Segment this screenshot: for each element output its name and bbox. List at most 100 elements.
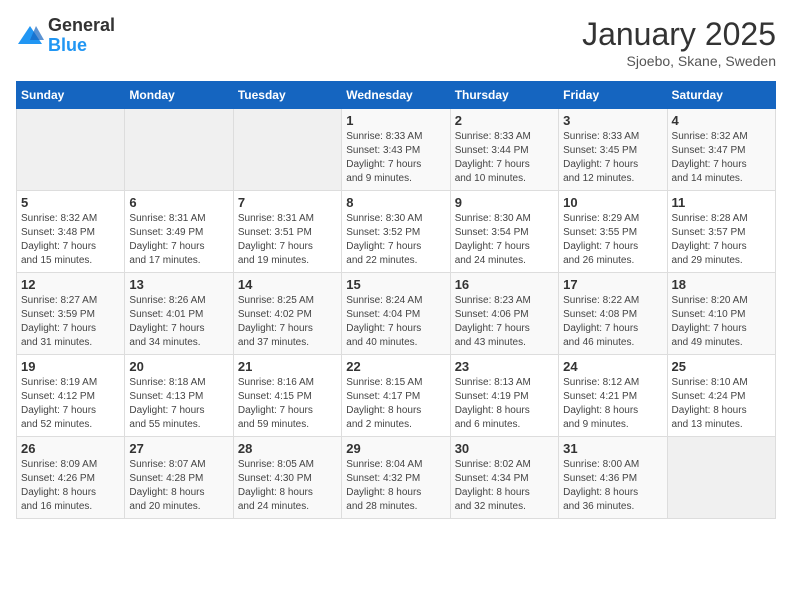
day-info: Sunrise: 8:07 AM Sunset: 4:28 PM Dayligh… xyxy=(129,458,228,514)
calendar-cell: 23Sunrise: 8:13 AM Sunset: 4:19 PM Dayli… xyxy=(450,355,558,437)
day-info: Sunrise: 8:20 AM Sunset: 4:10 PM Dayligh… xyxy=(672,294,771,350)
calendar-cell: 25 Sunrise: 8:10 AM Sunset: 4:24 PM Dayli… xyxy=(667,355,775,437)
calendar-cell: 2 Sunrise: 8:33 AM Sunset: 3:44 PM Daylig… xyxy=(450,109,558,191)
calendar-cell: 14 Sunrise: 8:25 AM Sunset: 4:02 PM Dayli… xyxy=(233,273,341,355)
day-number: 18 xyxy=(672,277,771,292)
calendar-header-row: SundayMondayTuesdayWednesdayThursdayFrid… xyxy=(17,82,776,109)
day-number: 23 xyxy=(455,359,554,374)
day-number: 1 xyxy=(346,113,445,128)
day-number: 17 xyxy=(563,277,662,292)
calendar-cell: 26 Sunrise: 8:09 AM Sunset: 4:26 PM Dayli… xyxy=(17,437,125,519)
calendar-week-row: 19Sunrise: 8:19 AM Sunset: 4:12 PM Dayli… xyxy=(17,355,776,437)
calendar-cell: 18 Sunrise: 8:20 AM Sunset: 4:10 PM Dayli… xyxy=(667,273,775,355)
day-number: 30 xyxy=(455,441,554,456)
day-number: 5 xyxy=(21,195,120,210)
calendar-cell: 22 Sunrise: 8:15 AM Sunset: 4:17 PM Dayli… xyxy=(342,355,450,437)
day-info: Sunrise: 8:33 AM Sunset: 3:44 PM Dayligh… xyxy=(455,130,554,186)
day-info: Sunrise: 8:09 AM Sunset: 4:26 PM Dayligh… xyxy=(21,458,120,514)
logo-blue-label: Blue xyxy=(48,36,115,56)
calendar-cell: 3Sunrise: 8:33 AM Sunset: 3:45 PM Daylig… xyxy=(559,109,667,191)
calendar-cell: 10 Sunrise: 8:29 AM Sunset: 3:55 PM Dayli… xyxy=(559,191,667,273)
calendar-cell: 24 Sunrise: 8:12 AM Sunset: 4:21 PM Dayli… xyxy=(559,355,667,437)
day-number: 7 xyxy=(238,195,337,210)
day-info: Sunrise: 8:23 AM Sunset: 4:06 PM Dayligh… xyxy=(455,294,554,350)
title-section: January 2025 Sjoebo, Skane, Sweden xyxy=(582,16,776,69)
day-number: 26 xyxy=(21,441,120,456)
calendar-cell: 17Sunrise: 8:22 AM Sunset: 4:08 PM Dayli… xyxy=(559,273,667,355)
day-number: 2 xyxy=(455,113,554,128)
day-number: 29 xyxy=(346,441,445,456)
calendar-week-row: 12 Sunrise: 8:27 AM Sunset: 3:59 PM Dayli… xyxy=(17,273,776,355)
day-number: 14 xyxy=(238,277,337,292)
day-info: Sunrise: 8:32 AM Sunset: 3:48 PM Dayligh… xyxy=(21,212,120,268)
day-number: 25 xyxy=(672,359,771,374)
day-info: Sunrise: 8:27 AM Sunset: 3:59 PM Dayligh… xyxy=(21,294,120,350)
col-header-saturday: Saturday xyxy=(667,82,775,109)
day-info: Sunrise: 8:30 AM Sunset: 3:52 PM Dayligh… xyxy=(346,212,445,268)
day-info: Sunrise: 8:02 AM Sunset: 4:34 PM Dayligh… xyxy=(455,458,554,514)
calendar-cell: 11 Sunrise: 8:28 AM Sunset: 3:57 PM Dayli… xyxy=(667,191,775,273)
calendar-cell: 13 Sunrise: 8:26 AM Sunset: 4:01 PM Dayli… xyxy=(125,273,233,355)
col-header-monday: Monday xyxy=(125,82,233,109)
calendar-cell: 29 Sunrise: 8:04 AM Sunset: 4:32 PM Dayli… xyxy=(342,437,450,519)
calendar-cell: 27Sunrise: 8:07 AM Sunset: 4:28 PM Dayli… xyxy=(125,437,233,519)
day-info: Sunrise: 8:12 AM Sunset: 4:21 PM Dayligh… xyxy=(563,376,662,432)
day-info: Sunrise: 8:31 AM Sunset: 3:49 PM Dayligh… xyxy=(129,212,228,268)
logo-text: General Blue xyxy=(48,16,115,56)
day-number: 8 xyxy=(346,195,445,210)
calendar-cell: 4 Sunrise: 8:32 AM Sunset: 3:47 PM Daylig… xyxy=(667,109,775,191)
month-title: January 2025 xyxy=(582,16,776,53)
day-info: Sunrise: 8:15 AM Sunset: 4:17 PM Dayligh… xyxy=(346,376,445,432)
calendar-cell: 1 Sunrise: 8:33 AM Sunset: 3:43 PM Daylig… xyxy=(342,109,450,191)
day-number: 22 xyxy=(346,359,445,374)
day-info: Sunrise: 8:04 AM Sunset: 4:32 PM Dayligh… xyxy=(346,458,445,514)
day-number: 16 xyxy=(455,277,554,292)
calendar-cell: 19Sunrise: 8:19 AM Sunset: 4:12 PM Dayli… xyxy=(17,355,125,437)
calendar-cell: 20 Sunrise: 8:18 AM Sunset: 4:13 PM Dayli… xyxy=(125,355,233,437)
location-label: Sjoebo, Skane, Sweden xyxy=(582,53,776,69)
day-number: 10 xyxy=(563,195,662,210)
day-number: 12 xyxy=(21,277,120,292)
day-info: Sunrise: 8:00 AM Sunset: 4:36 PM Dayligh… xyxy=(563,458,662,514)
day-info: Sunrise: 8:19 AM Sunset: 4:12 PM Dayligh… xyxy=(21,376,120,432)
page-header: General Blue January 2025 Sjoebo, Skane,… xyxy=(16,16,776,69)
col-header-friday: Friday xyxy=(559,82,667,109)
day-number: 31 xyxy=(563,441,662,456)
day-info: Sunrise: 8:25 AM Sunset: 4:02 PM Dayligh… xyxy=(238,294,337,350)
col-header-wednesday: Wednesday xyxy=(342,82,450,109)
calendar-week-row: 26 Sunrise: 8:09 AM Sunset: 4:26 PM Dayli… xyxy=(17,437,776,519)
day-info: Sunrise: 8:10 AM Sunset: 4:24 PM Dayligh… xyxy=(672,376,771,432)
day-info: Sunrise: 8:29 AM Sunset: 3:55 PM Dayligh… xyxy=(563,212,662,268)
day-info: Sunrise: 8:31 AM Sunset: 3:51 PM Dayligh… xyxy=(238,212,337,268)
calendar-cell: 12 Sunrise: 8:27 AM Sunset: 3:59 PM Dayli… xyxy=(17,273,125,355)
day-info: Sunrise: 8:30 AM Sunset: 3:54 PM Dayligh… xyxy=(455,212,554,268)
day-info: Sunrise: 8:26 AM Sunset: 4:01 PM Dayligh… xyxy=(129,294,228,350)
logo-icon xyxy=(16,22,44,50)
day-number: 4 xyxy=(672,113,771,128)
calendar-cell: 8 Sunrise: 8:30 AM Sunset: 3:52 PM Daylig… xyxy=(342,191,450,273)
day-number: 9 xyxy=(455,195,554,210)
day-info: Sunrise: 8:32 AM Sunset: 3:47 PM Dayligh… xyxy=(672,130,771,186)
calendar-week-row: 5 Sunrise: 8:32 AM Sunset: 3:48 PM Daylig… xyxy=(17,191,776,273)
day-info: Sunrise: 8:24 AM Sunset: 4:04 PM Dayligh… xyxy=(346,294,445,350)
calendar-cell: 31 Sunrise: 8:00 AM Sunset: 4:36 PM Dayli… xyxy=(559,437,667,519)
day-number: 20 xyxy=(129,359,228,374)
calendar-table: SundayMondayTuesdayWednesdayThursdayFrid… xyxy=(16,81,776,519)
day-number: 3 xyxy=(563,113,662,128)
calendar-week-row: 1 Sunrise: 8:33 AM Sunset: 3:43 PM Daylig… xyxy=(17,109,776,191)
day-info: Sunrise: 8:16 AM Sunset: 4:15 PM Dayligh… xyxy=(238,376,337,432)
day-number: 28 xyxy=(238,441,337,456)
day-info: Sunrise: 8:18 AM Sunset: 4:13 PM Dayligh… xyxy=(129,376,228,432)
day-info: Sunrise: 8:05 AM Sunset: 4:30 PM Dayligh… xyxy=(238,458,337,514)
day-info: Sunrise: 8:28 AM Sunset: 3:57 PM Dayligh… xyxy=(672,212,771,268)
logo-general-label: General xyxy=(48,16,115,36)
day-number: 11 xyxy=(672,195,771,210)
day-number: 24 xyxy=(563,359,662,374)
day-number: 13 xyxy=(129,277,228,292)
day-info: Sunrise: 8:33 AM Sunset: 3:43 PM Dayligh… xyxy=(346,130,445,186)
calendar-cell: 5 Sunrise: 8:32 AM Sunset: 3:48 PM Daylig… xyxy=(17,191,125,273)
day-number: 15 xyxy=(346,277,445,292)
calendar-cell: 21Sunrise: 8:16 AM Sunset: 4:15 PM Dayli… xyxy=(233,355,341,437)
calendar-cell: 6Sunrise: 8:31 AM Sunset: 3:49 PM Daylig… xyxy=(125,191,233,273)
calendar-cell: 9 Sunrise: 8:30 AM Sunset: 3:54 PM Daylig… xyxy=(450,191,558,273)
